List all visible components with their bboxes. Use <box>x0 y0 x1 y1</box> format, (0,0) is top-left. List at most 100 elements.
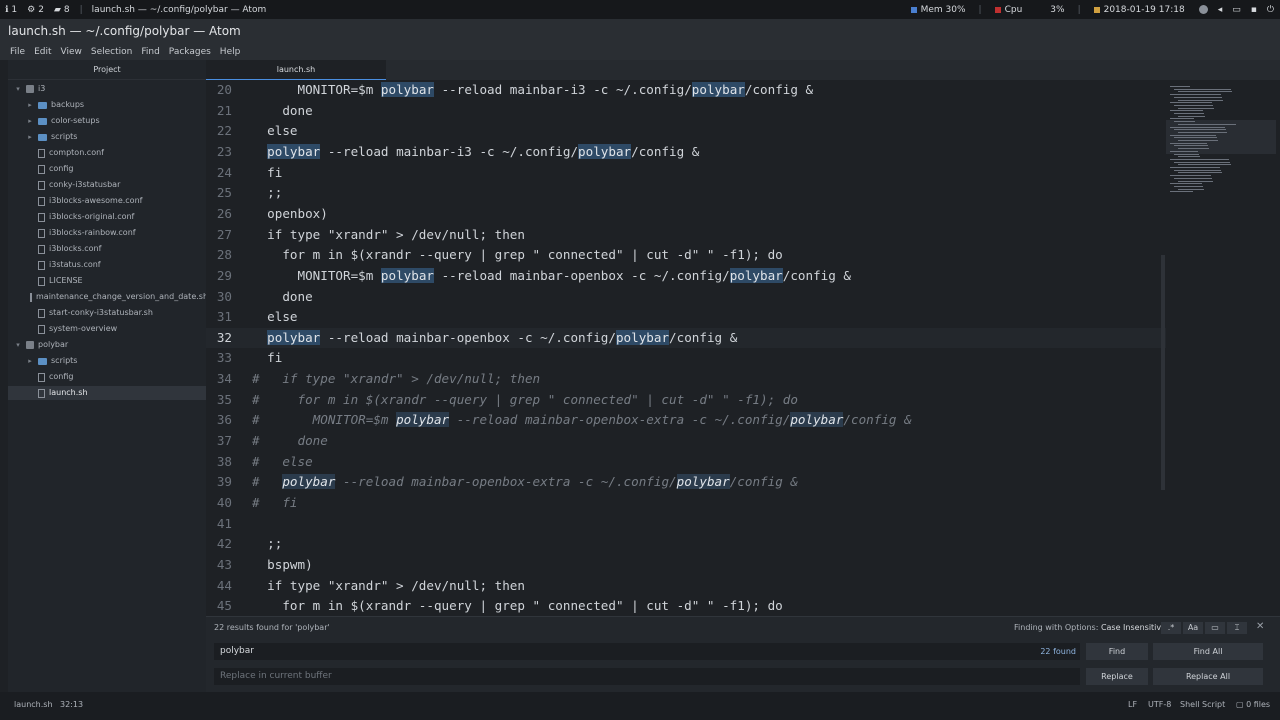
sidebar-item-color-setups[interactable]: ▸ color-setups <box>8 114 206 128</box>
sidebar-item-license[interactable]: LICENSE <box>8 274 206 288</box>
code-line[interactable]: 42 ;; <box>206 534 1166 554</box>
code-line[interactable]: 33 fi <box>206 348 1166 368</box>
workspace-1[interactable]: ℹ1 <box>0 5 22 15</box>
workspace-2[interactable]: ⚙ 2 <box>22 5 49 15</box>
workspace-3[interactable]: ▰ 8 <box>49 5 75 15</box>
line-number: 39 <box>216 474 232 490</box>
repo-icon <box>26 85 34 93</box>
status-cursor[interactable]: 32:13 <box>60 700 83 709</box>
code-line[interactable]: 34 # if type "xrandr" > /dev/null; then <box>206 369 1166 389</box>
find-input[interactable]: polybar 22 found <box>214 643 1080 660</box>
sidebar-item-polybar[interactable]: ▾ polybar <box>8 338 206 352</box>
regex-toggle[interactable]: .* <box>1161 622 1181 634</box>
cpu-indicator: Cpu 3% <box>991 5 1069 15</box>
code-line[interactable]: 30 done <box>206 287 1166 307</box>
sidebar-item-start-conky-i3statusbar-sh[interactable]: start-conky-i3statusbar.sh <box>8 306 206 320</box>
results-label: 22 results found for 'polybar' <box>214 623 330 632</box>
sidebar-item-maintenance-change-version-and-date-sh[interactable]: maintenance_change_version_and_date.sh <box>8 290 208 304</box>
case-toggle[interactable]: Aa <box>1183 622 1203 634</box>
search-match: polybar <box>615 329 670 345</box>
chevron-right-icon: ▸ <box>28 133 32 141</box>
code-line[interactable]: 22 else <box>206 121 1166 141</box>
folder-icon: ▰ <box>53 4 61 15</box>
code-line[interactable]: 43 bspwm) <box>206 555 1166 575</box>
power-icon[interactable]: ⏻ <box>1267 5 1274 15</box>
status-files[interactable]: ▢ 0 files <box>1236 700 1270 709</box>
code-line[interactable]: 28 for m in $(xrandr --query | grep " co… <box>206 245 1166 265</box>
menu-view[interactable]: View <box>61 47 82 57</box>
sidebar-item-config[interactable]: config <box>8 370 206 384</box>
selection-toggle[interactable]: ▭ <box>1205 622 1225 634</box>
code-line[interactable]: 44 if type "xrandr" > /dev/null; then <box>206 576 1166 596</box>
code-editor[interactable]: 20 MONITOR=$m polybar --reload mainbar-i… <box>206 80 1166 613</box>
display-icon[interactable]: ▭ <box>1232 5 1241 15</box>
lock-icon[interactable]: ▪ <box>1251 5 1257 15</box>
sidebar-item-launch-sh[interactable]: launch.sh <box>8 386 206 400</box>
find-all-button[interactable]: Find All <box>1153 643 1263 660</box>
sidebar-item-compton-conf[interactable]: compton.conf <box>8 146 206 160</box>
menu-packages[interactable]: Packages <box>169 47 211 57</box>
status-file[interactable]: launch.sh <box>14 700 53 709</box>
vertical-scrollbar[interactable] <box>1161 255 1165 490</box>
code-line[interactable]: 36 # MONITOR=$m polybar --reload mainbar-… <box>206 410 1166 430</box>
menu-edit[interactable]: Edit <box>34 47 51 57</box>
sidebar-item-i3blocks-awesome-conf[interactable]: i3blocks-awesome.conf <box>8 194 206 208</box>
sidebar-item-i3status-conf[interactable]: i3status.conf <box>8 258 206 272</box>
menu-selection[interactable]: Selection <box>91 47 132 57</box>
status-encoding[interactable]: UTF-8 <box>1148 700 1171 709</box>
menu-file[interactable]: File <box>10 47 25 57</box>
volume-icon[interactable]: ◂ <box>1218 5 1223 15</box>
minimap[interactable] <box>1166 80 1276 613</box>
sidebar-item-conky-i3statusbar[interactable]: conky-i3statusbar <box>8 178 206 192</box>
code-line[interactable]: 37 # done <box>206 431 1166 451</box>
sidebar-item-i3[interactable]: ▾ i3 <box>8 82 206 96</box>
code-line[interactable]: 23 polybar --reload mainbar-i3 -c ~/.con… <box>206 142 1166 162</box>
minimap-line <box>1170 94 1221 96</box>
replace-all-button[interactable]: Replace All <box>1153 668 1263 685</box>
code-line[interactable]: 25 ;; <box>206 183 1166 203</box>
status-line-ending[interactable]: LF <box>1128 700 1137 709</box>
replace-input[interactable]: Replace in current buffer <box>214 668 1080 685</box>
sidebar-item-i3blocks-conf[interactable]: i3blocks.conf <box>8 242 206 256</box>
globe-icon[interactable] <box>1198 5 1208 14</box>
code-line[interactable]: 39 # polybar --reload mainbar-openbox-ext… <box>206 472 1166 492</box>
find-button[interactable]: Find <box>1086 643 1148 660</box>
code-line[interactable]: 29 MONITOR=$m polybar --reload mainbar-o… <box>206 266 1166 286</box>
replace-button[interactable]: Replace <box>1086 668 1148 685</box>
code-line[interactable]: 24 fi <box>206 163 1166 183</box>
tab-launch-sh[interactable]: launch.sh <box>206 60 386 80</box>
code-line[interactable]: 38 # else <box>206 452 1166 472</box>
code-line[interactable]: 26 openbox) <box>206 204 1166 224</box>
workspace-1-label: 1 <box>11 4 18 15</box>
sidebar-item-scripts[interactable]: ▸ scripts <box>8 130 206 144</box>
code-line[interactable]: 40 # fi <box>206 493 1166 513</box>
code-line[interactable]: 27 if type "xrandr" > /dev/null; then <box>206 225 1166 245</box>
menu-help[interactable]: Help <box>220 47 241 57</box>
minimap-line <box>1178 91 1232 93</box>
options-prefix: Finding with Options: <box>1014 623 1099 632</box>
code-line[interactable]: 31 else <box>206 307 1166 327</box>
sidebar-item-label: start-conky-i3statusbar.sh <box>49 308 153 317</box>
code-line[interactable]: 32 polybar --reload mainbar-openbox -c ~… <box>206 327 1166 348</box>
sidebar-item-scripts[interactable]: ▸ scripts <box>8 354 206 368</box>
sidebar-item-i3blocks-original-conf[interactable]: i3blocks-original.conf <box>8 210 206 224</box>
whole-word-toggle[interactable]: ⌶ <box>1227 622 1247 634</box>
code-line[interactable]: 41 <box>206 514 1166 534</box>
code-line[interactable]: 35 # for m in $(xrandr --query | grep " c… <box>206 390 1166 410</box>
minimap-line <box>1170 158 1229 160</box>
code-line[interactable]: 21 done <box>206 101 1166 121</box>
menu-find[interactable]: Find <box>141 47 159 57</box>
code-text: MONITOR=$m polybar --reload mainbar-open… <box>252 267 852 283</box>
code-line[interactable]: 45 for m in $(xrandr --query | grep " co… <box>206 596 1166 613</box>
code-text: for m in $(xrandr --query | grep " conne… <box>252 247 783 263</box>
sidebar-item-config[interactable]: config <box>8 162 206 176</box>
status-grammar[interactable]: Shell Script <box>1180 700 1225 709</box>
close-icon[interactable]: ✕ <box>1256 621 1264 632</box>
found-count: 22 found <box>1040 647 1076 656</box>
sidebar-item-system-overview[interactable]: system-overview <box>8 322 206 336</box>
code-line[interactable]: 20 MONITOR=$m polybar --reload mainbar-i… <box>206 80 1166 100</box>
sidebar-item-i3blocks-rainbow-conf[interactable]: i3blocks-rainbow.conf <box>8 226 206 240</box>
code-text: # fi <box>252 495 298 510</box>
workspace-2-label: 2 <box>38 4 44 15</box>
sidebar-item-backups[interactable]: ▸ backups <box>8 98 206 112</box>
